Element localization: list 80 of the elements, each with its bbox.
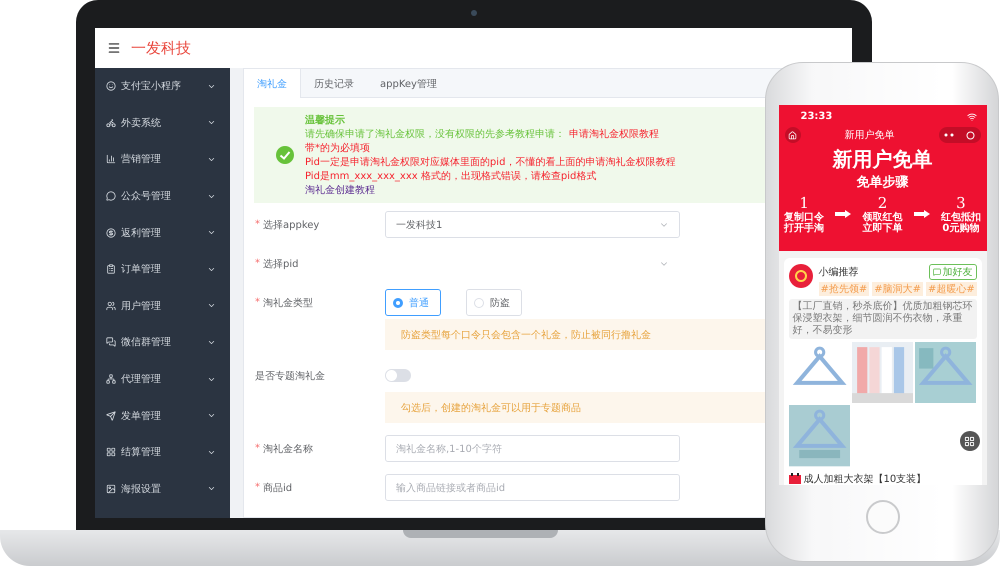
required-mark: * [255,258,260,269]
camera-icon [471,10,477,16]
tab[interactable]: appKey管理 [367,69,450,98]
required-mark: * [255,297,260,308]
home-icon [788,130,797,140]
image-icon [106,484,116,494]
check-icon [276,146,294,164]
post-description: 【工厂直销，秒杀底价】优质加粗钢芯环保浸塑衣架，细节圆润不伤衣物，承重好，不易变形 [788,299,976,339]
notice-line: 请先确保申请了淘礼金权限，没有权限的先参考教程申请： 申请淘礼金权限教程 [305,129,660,141]
coin-icon [106,228,116,238]
sidebar-item[interactable]: 结算管理 [95,434,230,471]
menu-icon[interactable] [107,41,121,55]
step-text: 复制口令 [784,212,824,223]
field-label: 选择pid [263,258,298,270]
sidebar-item[interactable]: 海报设置 [95,470,230,508]
step-text: 领取红包 [862,212,902,223]
network-icon [106,374,116,384]
wifi-icon [966,112,976,122]
step-text: 0元购物 [942,223,980,234]
arrow-icon [914,210,930,218]
bar-chart-icon [106,154,116,164]
select-field[interactable]: 一发科技1 [385,211,680,238]
required-mark: * [255,219,260,230]
tag: #脑洞大# [872,282,924,296]
tag: #超暖心# [926,282,977,296]
step-text: 打开手淘 [784,223,824,234]
sidebar-item[interactable]: 外卖系统 [95,104,230,142]
banner-title: 新用户免单 [832,147,932,171]
brand-name: 一发科技 [131,38,191,58]
smiley-icon [106,81,116,92]
required-mark: * [255,482,260,493]
field-label: 选择appkey [263,218,320,232]
avatar [788,264,812,288]
sidebar-item[interactable]: 公众号管理 [95,178,230,214]
sidebar-item[interactable]: 支付宝小程序 [95,68,230,105]
step-text: 立即下单 [862,223,902,234]
tab[interactable]: 历史记录 [301,69,367,98]
chat-icon [932,268,940,276]
chat-bubbles-icon [106,337,116,348]
shop-icon [788,473,800,484]
more-icon [944,133,954,137]
arrow-icon [835,210,852,218]
sidebar-item[interactable]: 返利管理 [95,214,230,251]
notice-line: Pid是mm_xxx_xxx_xxx 格式的，出现格式错误，请检查pid格式 [305,171,598,183]
field-label: 淘礼金类型 [263,296,313,310]
banner-subtitle: 免单步骤 [856,174,908,191]
notice-title: 温馨提示 [305,114,346,127]
notice-line: 带*的为必填项 [305,143,371,155]
required-mark: * [255,443,260,454]
chat-bubble-icon [106,191,116,202]
product-title: 成人加粗大衣架【10支装】 [804,472,926,485]
tag: #抢先领# [818,282,870,296]
field-label: 淘礼金名称 [263,442,313,456]
tutorial-link[interactable]: 申请淘礼金权限教程 [569,129,659,140]
bike-icon [106,118,116,128]
capsule-menu[interactable] [938,127,980,143]
home-button[interactable] [784,127,800,143]
sidebar-item[interactable]: 订单管理 [95,250,230,288]
notice-line: 淘礼金创建教程 [305,185,376,197]
step-text: 红包抵扣 [940,212,981,223]
sidebar-item[interactable]: 营销管理 [95,141,230,178]
status-time: 23:33 [800,111,832,122]
step-number: 3 [956,194,966,212]
notice-line: Pid一定是申请淘礼金权限对应媒体里面的pid，不懂的看上面的申请淘礼金权限教程 [305,157,676,169]
sidebar-item[interactable]: 发单管理 [95,397,230,434]
grid-icon [106,447,116,458]
sidebar-item[interactable]: 用户管理 [95,288,230,324]
clipboard-icon [106,264,116,274]
field-label: 是否专题淘礼金 [255,370,325,382]
author-name: 小编推荐 [818,266,858,279]
radio-option[interactable]: 防盗 [466,289,522,316]
field-label: 商品id [263,482,292,494]
step-number: 1 [799,194,809,212]
sidebar-item[interactable]: 代理管理 [95,360,230,398]
page-title: 新用户免单 [844,128,894,142]
paper-plane-icon [106,410,116,421]
step-number: 2 [878,194,888,212]
sidebar-item[interactable]: 微信群管理 [95,324,230,361]
users-icon [106,300,116,311]
toggle-switch[interactable] [385,369,411,382]
